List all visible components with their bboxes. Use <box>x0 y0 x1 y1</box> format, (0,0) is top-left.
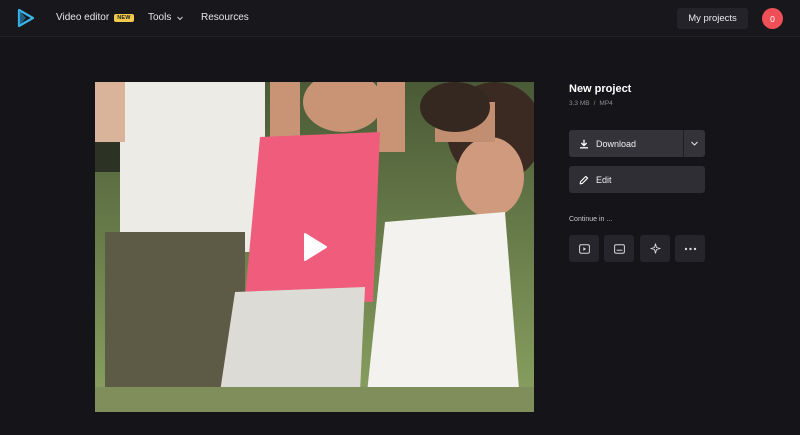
nav-resources[interactable]: Resources <box>201 12 249 23</box>
file-format: MP4 <box>599 100 613 107</box>
nav-tools[interactable]: Tools <box>148 12 184 23</box>
download-options-button[interactable] <box>683 130 705 157</box>
meta-separator: / <box>593 100 596 107</box>
continue-more-button[interactable] <box>675 235 705 262</box>
ai-sparkle-icon <box>649 243 661 254</box>
continue-ai-button[interactable] <box>640 235 670 262</box>
nav-tools-label: Tools <box>148 12 172 23</box>
edit-button[interactable]: Edit <box>569 166 705 193</box>
app-logo-icon[interactable] <box>16 8 36 28</box>
download-label: Download <box>596 138 637 149</box>
project-title: New project <box>569 83 632 95</box>
continue-subtitles-button[interactable] <box>604 235 634 262</box>
avatar[interactable]: 0 <box>762 8 783 29</box>
video-player-icon <box>578 243 590 254</box>
continue-video-player-button[interactable] <box>569 235 599 262</box>
edit-label: Edit <box>596 174 612 185</box>
chevron-down-icon <box>177 16 184 20</box>
pencil-icon <box>579 175 589 184</box>
more-icon <box>684 247 696 250</box>
play-icon[interactable] <box>302 233 328 261</box>
chevron-down-icon <box>691 141 698 146</box>
subtitles-icon <box>613 243 625 254</box>
download-icon <box>580 139 588 148</box>
nav-video-editor-label: Video editor <box>56 12 110 23</box>
file-size: 3.3 MB <box>569 100 590 107</box>
continue-in-label: Continue in ... <box>569 216 613 223</box>
my-projects-button[interactable]: My projects <box>677 8 748 29</box>
project-meta: 3.3 MB / MP4 <box>569 100 613 107</box>
nav-video-editor[interactable]: Video editor NEW <box>56 12 134 23</box>
new-badge: NEW <box>114 13 134 22</box>
nav-resources-label: Resources <box>201 12 249 23</box>
top-nav-bar: Video editor NEW Tools Resources My proj… <box>0 0 800 37</box>
